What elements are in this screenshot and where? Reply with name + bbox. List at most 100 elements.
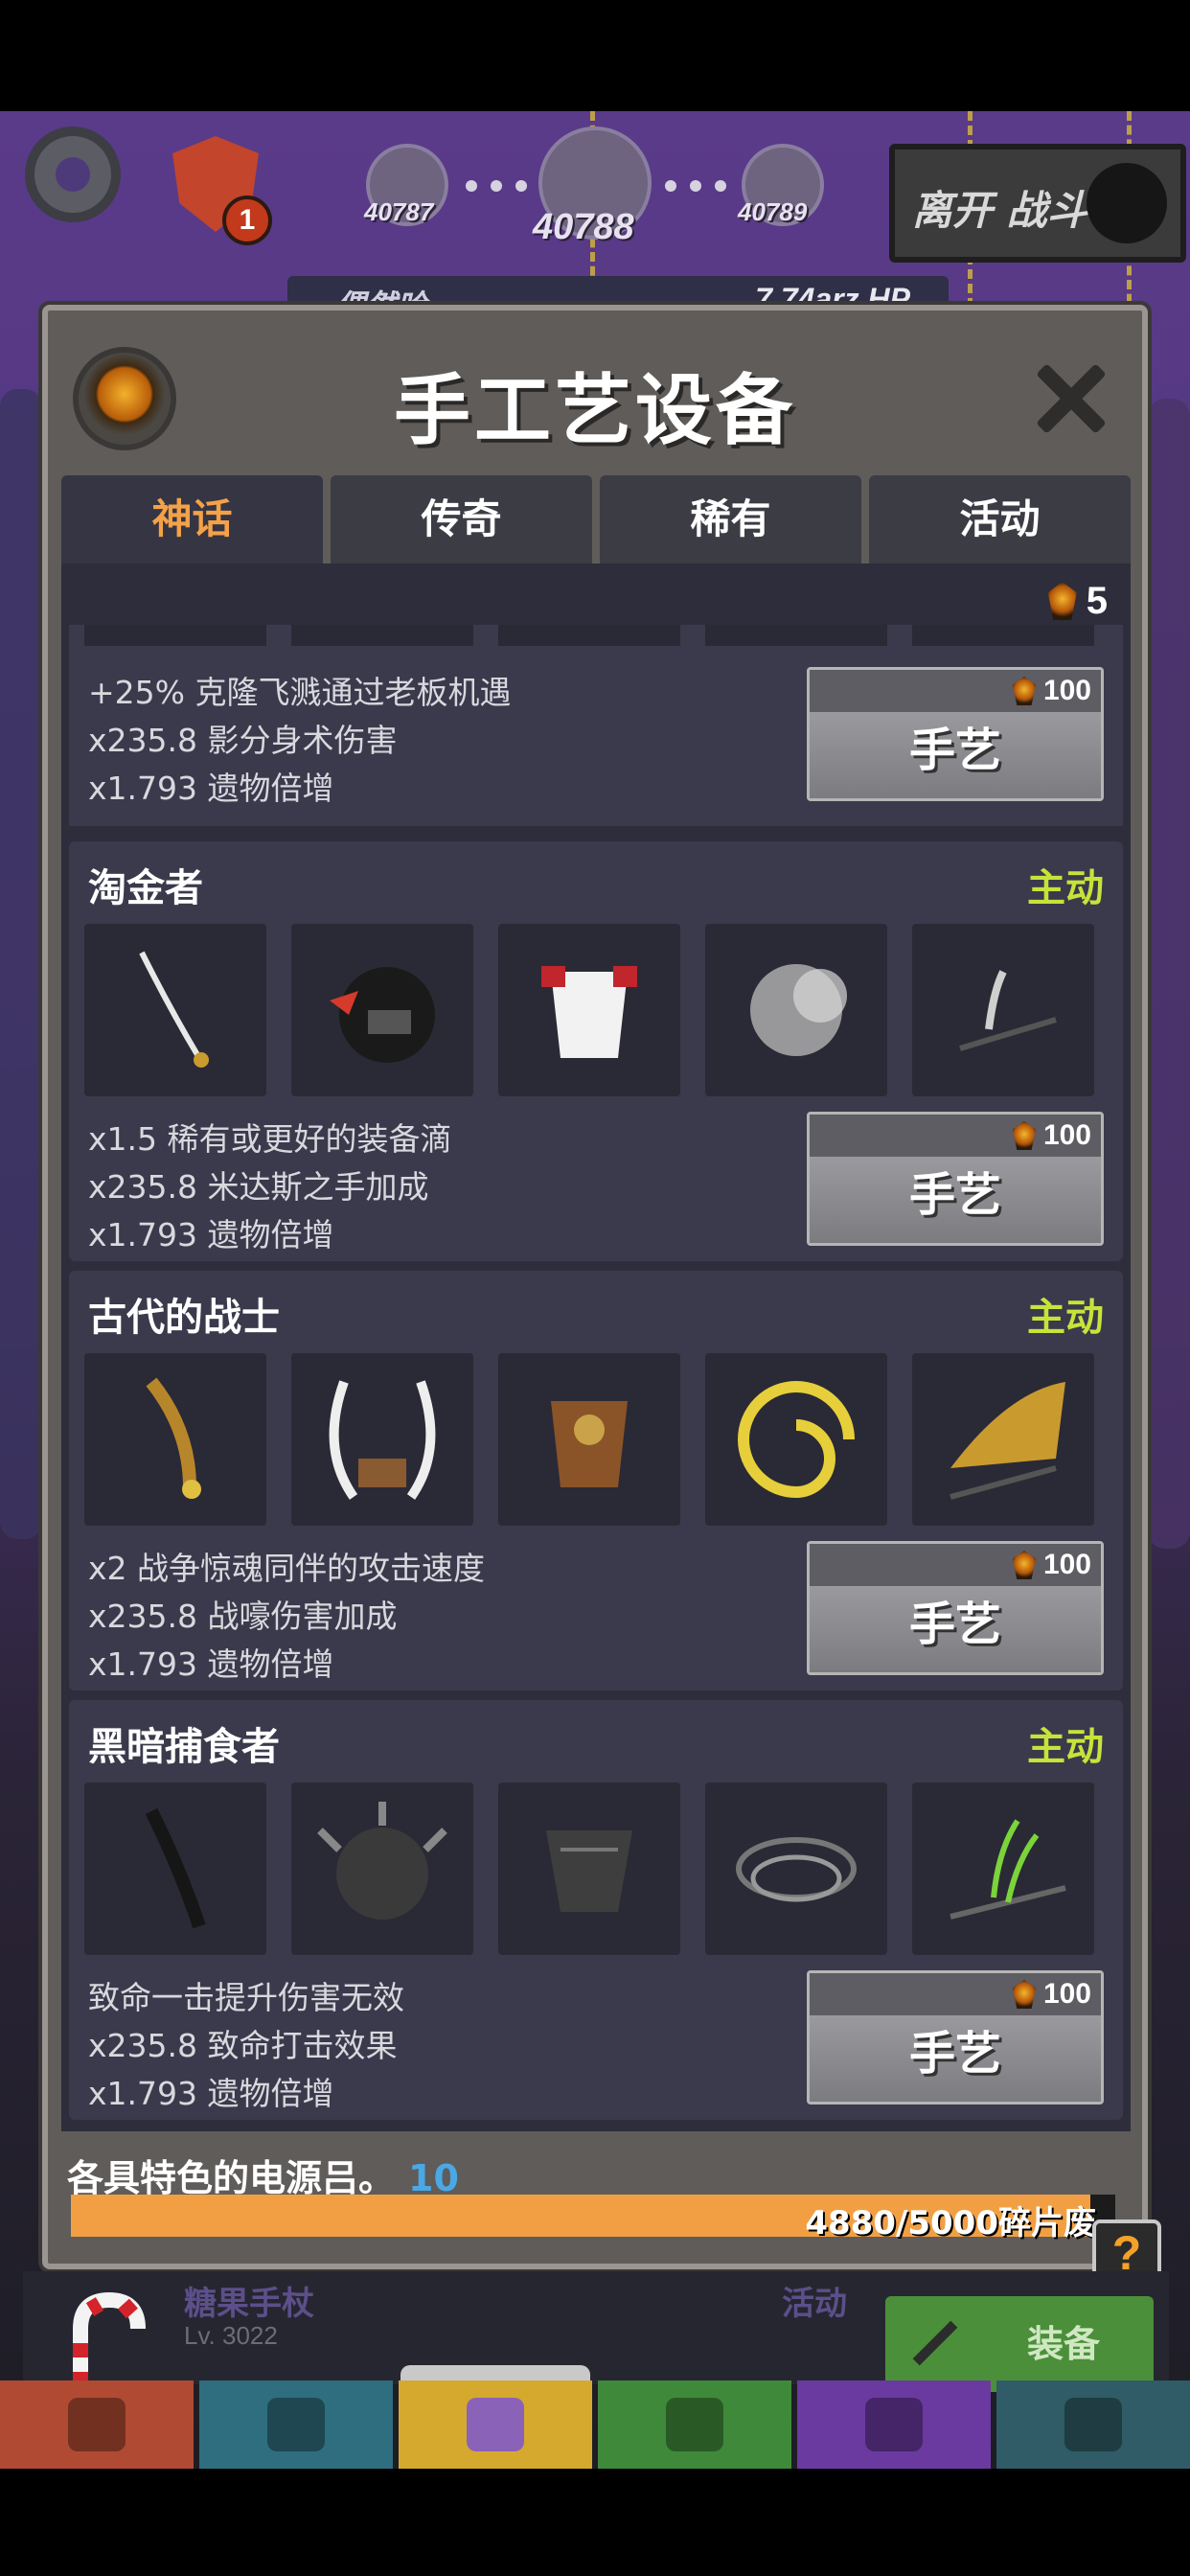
craft-cost: 100 xyxy=(810,1115,1101,1157)
set-bonus: +25% 克隆飞溅通过老板机遇 xyxy=(88,674,512,711)
craft-cost-value: 100 xyxy=(1042,1549,1091,1580)
equipped-item-name: 糖果手杖 xyxy=(184,2285,314,2323)
golden-dagger-icon[interactable] xyxy=(84,1353,266,1526)
sword-icon xyxy=(68,2398,126,2451)
leave-battle-label: 离开 战斗 xyxy=(912,187,1087,234)
craft-button[interactable]: 100 手艺 xyxy=(807,1112,1104,1246)
sword-tab-icon[interactable] xyxy=(0,2380,194,2469)
set-list-panel[interactable]: 5 +25% 克隆飞溅通过老板机遇 x235.8 影分身术伤害 x1.793 遗… xyxy=(61,564,1131,2131)
dark-swirl-aura-icon[interactable] xyxy=(705,1782,887,1955)
craft-equipment-dialog: 手工艺设备 神话 传奇 稀有 活动 5 +25% 克隆飞溅通过老板机遇 x235… xyxy=(42,305,1148,2269)
smoke-aura-icon[interactable] xyxy=(705,924,887,1096)
tab-rare[interactable]: 稀有 xyxy=(600,475,861,564)
set-name: 淘金者 xyxy=(88,866,203,910)
shard-progress-label: 各具特色的电源吕。 10 xyxy=(67,2149,459,2201)
set-bonus-list: x1.5 稀有或更好的装备滴 x235.8 米达斯之手加成 x1.793 遗物倍… xyxy=(88,1116,452,1259)
hero-tab-icon[interactable] xyxy=(199,2380,393,2469)
sword-icon xyxy=(912,2320,958,2366)
dark-slash-icon[interactable] xyxy=(912,924,1094,1096)
background-scenery xyxy=(1148,399,1190,1549)
pet-icon xyxy=(666,2398,723,2451)
item-slot xyxy=(705,625,887,646)
horned-helmet-icon[interactable] xyxy=(291,1353,473,1526)
set-bonus: x1.793 遗物倍增 xyxy=(88,1216,334,1254)
set-bonus: x2 战争惊魂同伴的攻击速度 xyxy=(88,1550,486,1587)
item-slot xyxy=(912,625,1094,646)
set-items xyxy=(84,924,1094,1096)
equip-label: 装备 xyxy=(1026,2323,1100,2365)
craft-cost: 100 xyxy=(810,1544,1101,1586)
shard-progress-count: 10 xyxy=(408,2157,459,2199)
set-bonus: x235.8 战嚎伤害加成 xyxy=(88,1598,398,1635)
set-bonus: x1.5 稀有或更好的装备滴 xyxy=(88,1120,452,1158)
craft-cost-value: 100 xyxy=(1042,675,1091,706)
equipped-item-row: 糖果手杖 Lv. 3022 活动 装备 xyxy=(23,2271,1169,2401)
craft-label: 手艺 xyxy=(810,1157,1101,1243)
heart-tab-icon[interactable] xyxy=(797,2380,991,2469)
green-slash-icon[interactable] xyxy=(912,1782,1094,1955)
set-status: 主动 xyxy=(1027,1296,1104,1340)
white-armor-icon[interactable] xyxy=(498,924,680,1096)
craft-cost: 100 xyxy=(810,1973,1101,2015)
saber-icon[interactable] xyxy=(84,924,266,1096)
golden-horn-aura-icon[interactable] xyxy=(705,1353,887,1526)
demon-face-icon xyxy=(1087,163,1167,243)
set-items xyxy=(84,1353,1094,1526)
set-bonus-list: x2 战争惊魂同伴的攻击速度 x235.8 战嚎伤害加成 x1.793 遗物倍增 xyxy=(88,1545,485,1689)
set-card: 淘金者 主动 x1.5 稀有或更好的装备滴 x235.8 米达斯之手加成 x1.… xyxy=(69,841,1123,1261)
golden-slash-icon[interactable] xyxy=(912,1353,1094,1526)
item-slot xyxy=(84,625,266,646)
shirt-icon xyxy=(467,2398,524,2451)
settings-gear-icon[interactable] xyxy=(25,126,121,222)
shard-currency: 5 xyxy=(1047,577,1108,625)
equipment-tab-icon[interactable] xyxy=(399,2380,592,2469)
item-slot xyxy=(498,625,680,646)
set-status: 主动 xyxy=(1027,866,1104,910)
equip-button[interactable]: 装备 xyxy=(885,2296,1154,2392)
tab-event[interactable]: 活动 xyxy=(869,475,1131,564)
close-icon[interactable] xyxy=(1031,360,1108,437)
stage-dot xyxy=(715,180,726,192)
set-card: +25% 克隆飞溅通过老板机遇 x235.8 影分身术伤害 x1.793 遗物倍… xyxy=(69,625,1123,826)
set-bonus: x1.793 遗物倍增 xyxy=(88,2075,334,2112)
shard-icon xyxy=(1012,1121,1036,1150)
craft-cost-value: 100 xyxy=(1042,1119,1091,1151)
set-name: 古代的战士 xyxy=(88,1296,280,1340)
set-name: 黑暗捕食者 xyxy=(88,1725,280,1769)
set-bonus: x1.793 遗物倍增 xyxy=(88,770,334,807)
bottom-nav xyxy=(0,2380,1190,2469)
item-slot xyxy=(291,625,473,646)
tab-legendary[interactable]: 传奇 xyxy=(331,475,592,564)
set-bonus: x1.793 遗物倍增 xyxy=(88,1645,334,1683)
craft-button[interactable]: 100 手艺 xyxy=(807,1970,1104,2104)
shard-icon xyxy=(1047,582,1077,620)
set-items xyxy=(84,1782,1094,1955)
craft-cost-value: 100 xyxy=(1042,1978,1091,2010)
leave-battle-button[interactable]: 离开 战斗 xyxy=(889,144,1186,263)
craft-button[interactable]: 100 手艺 xyxy=(807,667,1104,801)
tab-mythic[interactable]: 神话 xyxy=(61,475,323,564)
shard-progress-text: 各具特色的电源吕。 xyxy=(67,2157,396,2199)
set-status: 主动 xyxy=(1027,1725,1104,1769)
dark-armor-icon[interactable] xyxy=(498,1782,680,1955)
shop-icon xyxy=(1064,2398,1122,2451)
stage-dot xyxy=(491,180,502,192)
hero-icon xyxy=(267,2398,325,2451)
heart-icon xyxy=(865,2398,923,2451)
dark-blade-icon[interactable] xyxy=(84,1782,266,1955)
stage-prev-number: 40787 xyxy=(364,197,434,226)
spiked-helmet-icon[interactable] xyxy=(291,1782,473,1955)
set-bonus: 致命一击提升伤害无效 xyxy=(88,1979,404,2016)
set-bonus: x235.8 米达斯之手加成 xyxy=(88,1168,429,1206)
stage-current-number: 40788 xyxy=(533,207,634,247)
stage-dot xyxy=(690,180,701,192)
shard-count: 5 xyxy=(1086,579,1108,622)
craft-label: 手艺 xyxy=(810,2015,1101,2102)
pet-tab-icon[interactable] xyxy=(598,2380,791,2469)
craft-button[interactable]: 100 手艺 xyxy=(807,1541,1104,1675)
set-bonus-list: 致命一击提升伤害无效 x235.8 致命打击效果 x1.793 遗物倍增 xyxy=(88,1974,404,2118)
bronze-armor-icon[interactable] xyxy=(498,1353,680,1526)
shard-progress-bar: 4880/5000碎片废 xyxy=(71,2195,1115,2242)
shop-tab-icon[interactable] xyxy=(996,2380,1190,2469)
helmet-icon[interactable] xyxy=(291,924,473,1096)
